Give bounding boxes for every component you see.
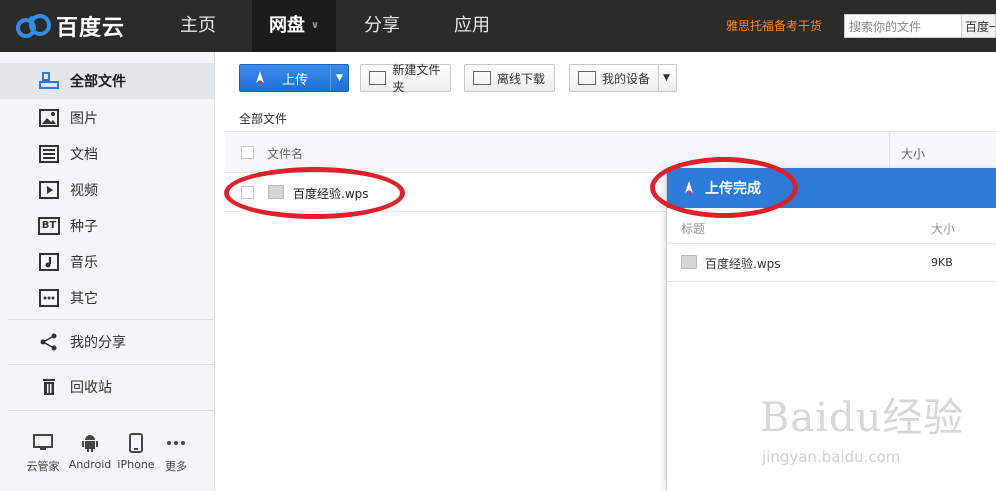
ellipsis-icon (152, 432, 200, 454)
rocket-icon (685, 181, 693, 195)
folder-icon (38, 71, 60, 91)
nav-netdisk-label: 网盘 (268, 15, 305, 36)
music-icon (38, 252, 60, 272)
device-more[interactable]: 更多 (152, 432, 200, 474)
offline-download-label: 离线下载 (497, 71, 546, 86)
chevron-down-icon: ∨ (310, 20, 320, 31)
upload-panel-columns: 标题 大小 (667, 208, 996, 244)
sidebar-item-label: 回收站 (70, 380, 112, 396)
nav-apps[interactable]: 应用 (436, 0, 508, 52)
bt-icon: BT (37, 216, 61, 236)
search-input[interactable]: 搜索你的文件 (844, 14, 962, 38)
sidebar-item-torrents[interactable]: BT 种子 (0, 208, 214, 244)
upload-label: 上传 (282, 72, 309, 88)
file-list-header: 文件名 大小 (225, 131, 996, 173)
bt-icon-text: BT (37, 217, 61, 235)
sidebar-item-label: 音乐 (70, 255, 98, 271)
monitor-icon (19, 432, 67, 454)
download-icon (473, 71, 491, 85)
baidu-cloud-logo[interactable]: 百度云 (14, 10, 125, 42)
sidebar-divider (8, 319, 214, 320)
sidebar-item-music[interactable]: 音乐 (0, 244, 214, 280)
image-icon (38, 108, 60, 128)
new-folder-button[interactable]: 新建文件夹 (360, 63, 451, 94)
sidebar-item-label: 图片 (70, 111, 98, 127)
android-icon (66, 432, 114, 454)
upload-button-main[interactable]: 上传 (240, 69, 330, 88)
cloud-logo-icon (16, 14, 51, 38)
device-icon (578, 71, 596, 85)
my-devices-dropdown-caret[interactable]: ▼ (658, 65, 674, 91)
more-icon (38, 288, 60, 308)
row-checkbox[interactable] (241, 186, 254, 199)
sidebar-item-label: 全部文件 (70, 74, 126, 90)
sidebar-item-other[interactable]: 其它 (0, 280, 214, 316)
sidebar-item-images[interactable]: 图片 (0, 100, 214, 136)
device-cloud-manager[interactable]: 云管家 (19, 432, 67, 474)
my-devices-label: 我的设备 (602, 71, 651, 86)
device-label: iPhone (117, 458, 155, 471)
sidebar-item-documents[interactable]: 文档 (0, 136, 214, 172)
file-name[interactable]: 百度经验.wps (293, 185, 369, 202)
device-label: 云管家 (26, 460, 60, 473)
upload-file-name: 百度经验.wps (705, 257, 781, 271)
upload-column-title: 标题 (681, 222, 706, 236)
upload-column-size: 大小 (931, 222, 956, 236)
offline-download-button[interactable]: 离线下载 (464, 64, 555, 92)
logo-text: 百度云 (56, 16, 126, 41)
sidebar-item-label: 视频 (70, 183, 98, 199)
sidebar-item-label: 种子 (70, 219, 98, 235)
list-item[interactable]: 百度经验.wps 9KB (667, 244, 996, 282)
toolbar: 上传 ▼ 新建文件夹 离线下载 我的设备 ▼ (215, 52, 996, 102)
breadcrumb[interactable]: 全部文件 (239, 110, 287, 127)
sidebar-divider (8, 364, 214, 365)
watermark-url: jingyan.baidu.com (762, 448, 901, 466)
rocket-icon (256, 71, 264, 85)
column-filename[interactable]: 文件名 (267, 145, 303, 162)
new-folder-icon (369, 71, 387, 85)
nav-home[interactable]: 主页 (160, 0, 236, 52)
device-label: Android (68, 458, 112, 471)
upload-panel-title: 上传完成 (705, 181, 761, 197)
document-icon (38, 144, 60, 164)
promo-link[interactable]: 雅思托福备考干货 (726, 17, 822, 34)
upload-file-size: 9KB (931, 256, 953, 269)
video-icon (38, 180, 60, 200)
sidebar-item-videos[interactable]: 视频 (0, 172, 214, 208)
column-divider (889, 132, 890, 172)
nav-netdisk[interactable]: 网盘 ∨ (252, 0, 336, 52)
sidebar-item-my-shares[interactable]: 我的分享 (0, 324, 214, 360)
search-scope-button[interactable]: 百度一 (962, 14, 996, 38)
device-label: 更多 (165, 460, 187, 473)
sidebar-item-label: 我的分享 (70, 335, 126, 351)
new-folder-label: 新建文件夹 (392, 63, 441, 94)
share-icon (38, 332, 60, 352)
baidu-jingyan-watermark: Baidu经验 (760, 395, 965, 441)
sidebar-divider (8, 410, 214, 411)
trash-icon (38, 377, 60, 397)
nav-share[interactable]: 分享 (346, 0, 418, 52)
cloud-file-icon (268, 185, 284, 199)
top-navigation-bar: 百度云 主页 网盘 ∨ 分享 应用 雅思托福备考干货 搜索你的文件 百度一 (0, 0, 996, 52)
column-size[interactable]: 大小 (901, 145, 925, 162)
sidebar-item-label: 其它 (70, 291, 98, 307)
sidebar-item-all-files[interactable]: 全部文件 (0, 63, 214, 99)
cloud-file-icon (681, 255, 697, 269)
sidebar-item-label: 文档 (70, 147, 98, 163)
upload-button[interactable]: 上传 ▼ (239, 64, 349, 92)
sidebar-item-recycle-bin[interactable]: 回收站 (0, 369, 214, 405)
my-devices-button[interactable]: 我的设备 ▼ (569, 64, 677, 92)
upload-panel-header[interactable]: 上传完成 (667, 168, 996, 208)
device-android[interactable]: Android (66, 432, 114, 471)
upload-dropdown-caret[interactable]: ▼ (330, 65, 348, 91)
select-all-checkbox[interactable] (241, 146, 254, 159)
sidebar: 全部文件 图片 文档 视频 BT 种子 音乐 其它 我的分享 回收站 云管家 A… (0, 52, 215, 491)
